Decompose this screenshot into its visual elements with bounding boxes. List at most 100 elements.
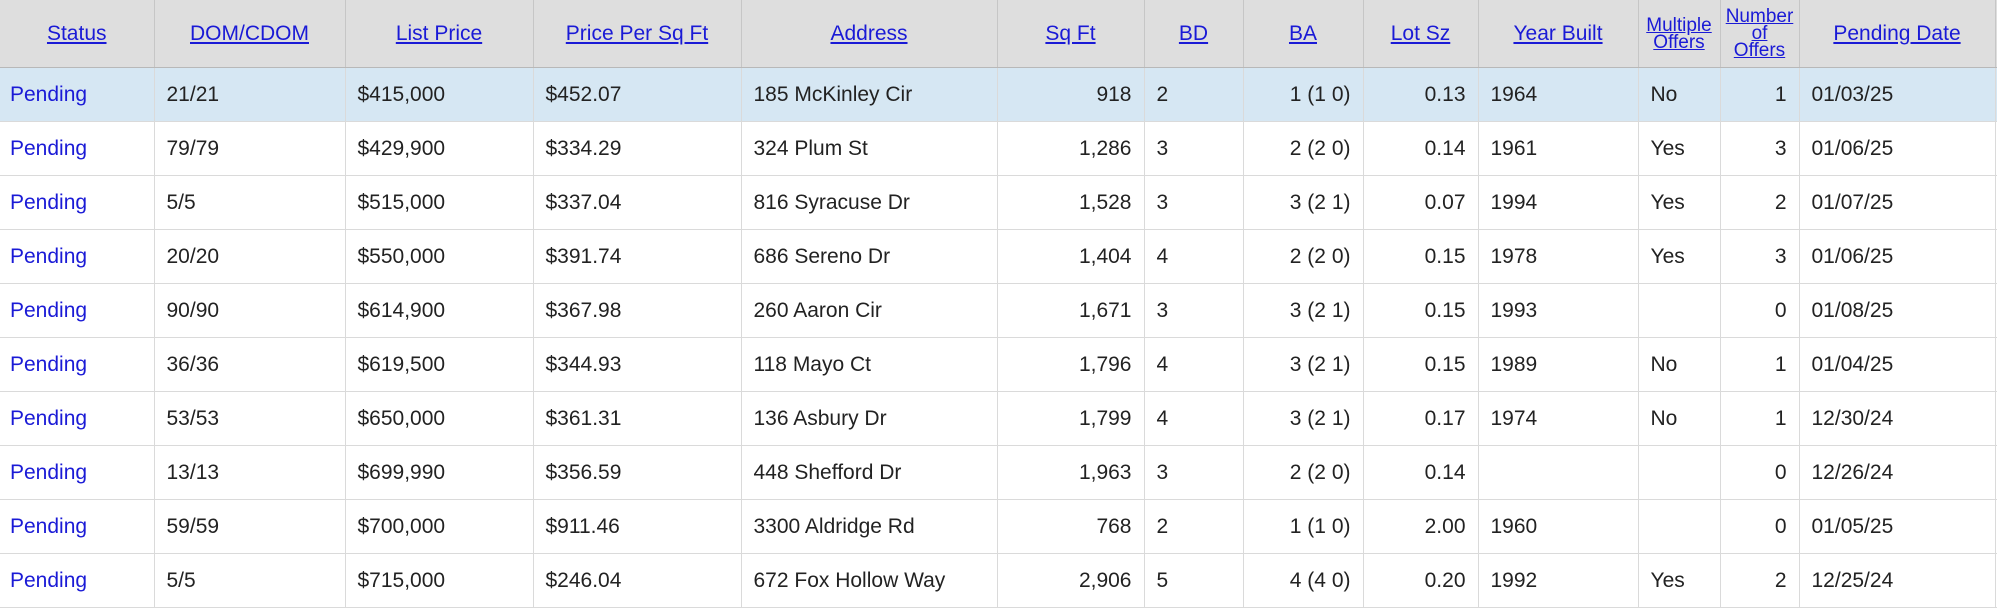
dom-cdom-cell: 13/13 (154, 445, 346, 500)
status-cell[interactable]: Pending (0, 283, 155, 338)
multiple-offers-cell (1638, 499, 1721, 554)
sort-list-price-link[interactable]: List Price (396, 22, 482, 45)
bd-cell: 4 (1144, 391, 1244, 446)
dom-cdom-cell: 36/36 (154, 337, 346, 392)
multiple-offers-cell: Yes (1638, 121, 1721, 176)
bd-cell: 4 (1144, 229, 1244, 284)
table-row[interactable]: Pending 20/20 $550,000 $391.74 686 Seren… (0, 229, 1997, 284)
bd-cell: 3 (1144, 283, 1244, 338)
year-built-cell: 1992 (1478, 553, 1639, 608)
pending-date-cell: 01/08/25 (1799, 283, 1996, 338)
ba-cell: 2 (2 0) (1243, 445, 1364, 500)
header-multiple-offers: Multiple Offers (1638, 0, 1721, 68)
year-built-cell: 1960 (1478, 499, 1639, 554)
price-per-sqft-cell: $246.04 (533, 553, 742, 608)
number-of-offers-cell: 1 (1720, 67, 1800, 122)
address-cell: 324 Plum St (741, 121, 998, 176)
ba-cell: 3 (2 1) (1243, 337, 1364, 392)
number-of-offers-cell: 2 (1720, 175, 1800, 230)
address-cell: 136 Asbury Dr (741, 391, 998, 446)
sort-lot-sz-link[interactable]: Lot Sz (1391, 22, 1451, 45)
address-cell: 686 Sereno Dr (741, 229, 998, 284)
table-row[interactable]: Pending 79/79 $429,900 $334.29 324 Plum … (0, 121, 1997, 176)
bd-cell: 2 (1144, 499, 1244, 554)
ba-cell: 1 (1 0) (1243, 499, 1364, 554)
ba-cell: 3 (2 1) (1243, 175, 1364, 230)
sqft-cell: 2,906 (997, 553, 1145, 608)
sqft-cell: 1,799 (997, 391, 1145, 446)
lot-sz-cell: 0.14 (1363, 445, 1479, 500)
sort-number-of-offers-link[interactable]: Number of Offers (1721, 7, 1799, 60)
price-per-sqft-cell: $391.74 (533, 229, 742, 284)
sort-pending-date-link[interactable]: Pending Date (1833, 22, 1960, 45)
sort-status-link[interactable]: Status (47, 22, 107, 45)
table-row[interactable]: Pending 53/53 $650,000 $361.31 136 Asbur… (0, 391, 1997, 446)
number-of-offers-cell: 3 (1720, 121, 1800, 176)
sqft-cell: 1,286 (997, 121, 1145, 176)
sqft-cell: 1,963 (997, 445, 1145, 500)
bd-cell: 3 (1144, 175, 1244, 230)
price-per-sqft-cell: $334.29 (533, 121, 742, 176)
header-list-price: List Price (345, 0, 534, 68)
multiple-offers-cell: Yes (1638, 553, 1721, 608)
ba-cell: 2 (2 0) (1243, 121, 1364, 176)
status-cell[interactable]: Pending (0, 175, 155, 230)
sqft-cell: 1,404 (997, 229, 1145, 284)
status-cell[interactable]: Pending (0, 553, 155, 608)
ba-cell: 3 (2 1) (1243, 391, 1364, 446)
table-row[interactable]: Pending 36/36 $619,500 $344.93 118 Mayo … (0, 337, 1997, 392)
ba-cell: 2 (2 0) (1243, 229, 1364, 284)
sort-dom-cdom-link[interactable]: DOM/CDOM (190, 22, 309, 45)
multiple-offers-cell: Yes (1638, 175, 1721, 230)
sqft-cell: 1,671 (997, 283, 1145, 338)
address-cell: 185 McKinley Cir (741, 67, 998, 122)
table-row[interactable]: Pending 59/59 $700,000 $911.46 3300 Aldr… (0, 499, 1997, 554)
table-body: Pending 21/21 $415,000 $452.07 185 McKin… (0, 67, 1997, 608)
status-cell[interactable]: Pending (0, 121, 155, 176)
pending-date-cell: 01/05/25 (1799, 499, 1996, 554)
sort-multiple-offers-link[interactable]: Multiple Offers (1639, 16, 1720, 52)
table-row[interactable]: Pending 5/5 $515,000 $337.04 816 Syracus… (0, 175, 1997, 230)
status-cell[interactable]: Pending (0, 445, 155, 500)
status-cell[interactable]: Pending (0, 499, 155, 554)
header-pending-date: Pending Date (1799, 0, 1996, 68)
list-price-cell: $715,000 (345, 553, 534, 608)
sqft-cell: 918 (997, 67, 1145, 122)
list-price-cell: $515,000 (345, 175, 534, 230)
header-year-built: Year Built (1478, 0, 1639, 68)
number-of-offers-cell: 1 (1720, 391, 1800, 446)
pending-date-cell: 01/07/25 (1799, 175, 1996, 230)
sort-bd-link[interactable]: BD (1179, 22, 1208, 45)
lot-sz-cell: 0.13 (1363, 67, 1479, 122)
multiple-offers-cell: Yes (1638, 229, 1721, 284)
sort-ba-link[interactable]: BA (1289, 22, 1317, 45)
number-of-offers-cell: 1 (1720, 337, 1800, 392)
sort-price-per-sqft-link[interactable]: Price Per Sq Ft (566, 22, 708, 45)
sort-year-built-link[interactable]: Year Built (1513, 22, 1602, 45)
address-cell: 260 Aaron Cir (741, 283, 998, 338)
table-row[interactable]: Pending 13/13 $699,990 $356.59 448 Sheff… (0, 445, 1997, 500)
ba-cell: 4 (4 0) (1243, 553, 1364, 608)
bd-cell: 4 (1144, 337, 1244, 392)
number-of-offers-cell: 2 (1720, 553, 1800, 608)
dom-cdom-cell: 21/21 (154, 67, 346, 122)
price-per-sqft-cell: $361.31 (533, 391, 742, 446)
sort-sqft-link[interactable]: Sq Ft (1045, 22, 1095, 45)
header-bd: BD (1144, 0, 1244, 68)
status-cell[interactable]: Pending (0, 229, 155, 284)
price-per-sqft-cell: $356.59 (533, 445, 742, 500)
lot-sz-cell: 0.07 (1363, 175, 1479, 230)
sort-address-link[interactable]: Address (830, 22, 907, 45)
lot-sz-cell: 2.00 (1363, 499, 1479, 554)
status-cell[interactable]: Pending (0, 391, 155, 446)
year-built-cell: 1964 (1478, 67, 1639, 122)
status-cell[interactable]: Pending (0, 67, 155, 122)
status-cell[interactable]: Pending (0, 337, 155, 392)
year-built-cell: 1989 (1478, 337, 1639, 392)
list-price-cell: $415,000 (345, 67, 534, 122)
price-per-sqft-cell: $337.04 (533, 175, 742, 230)
price-per-sqft-cell: $911.46 (533, 499, 742, 554)
table-row[interactable]: Pending 21/21 $415,000 $452.07 185 McKin… (0, 67, 1997, 122)
table-row[interactable]: Pending 5/5 $715,000 $246.04 672 Fox Hol… (0, 553, 1997, 608)
table-row[interactable]: Pending 90/90 $614,900 $367.98 260 Aaron… (0, 283, 1997, 338)
